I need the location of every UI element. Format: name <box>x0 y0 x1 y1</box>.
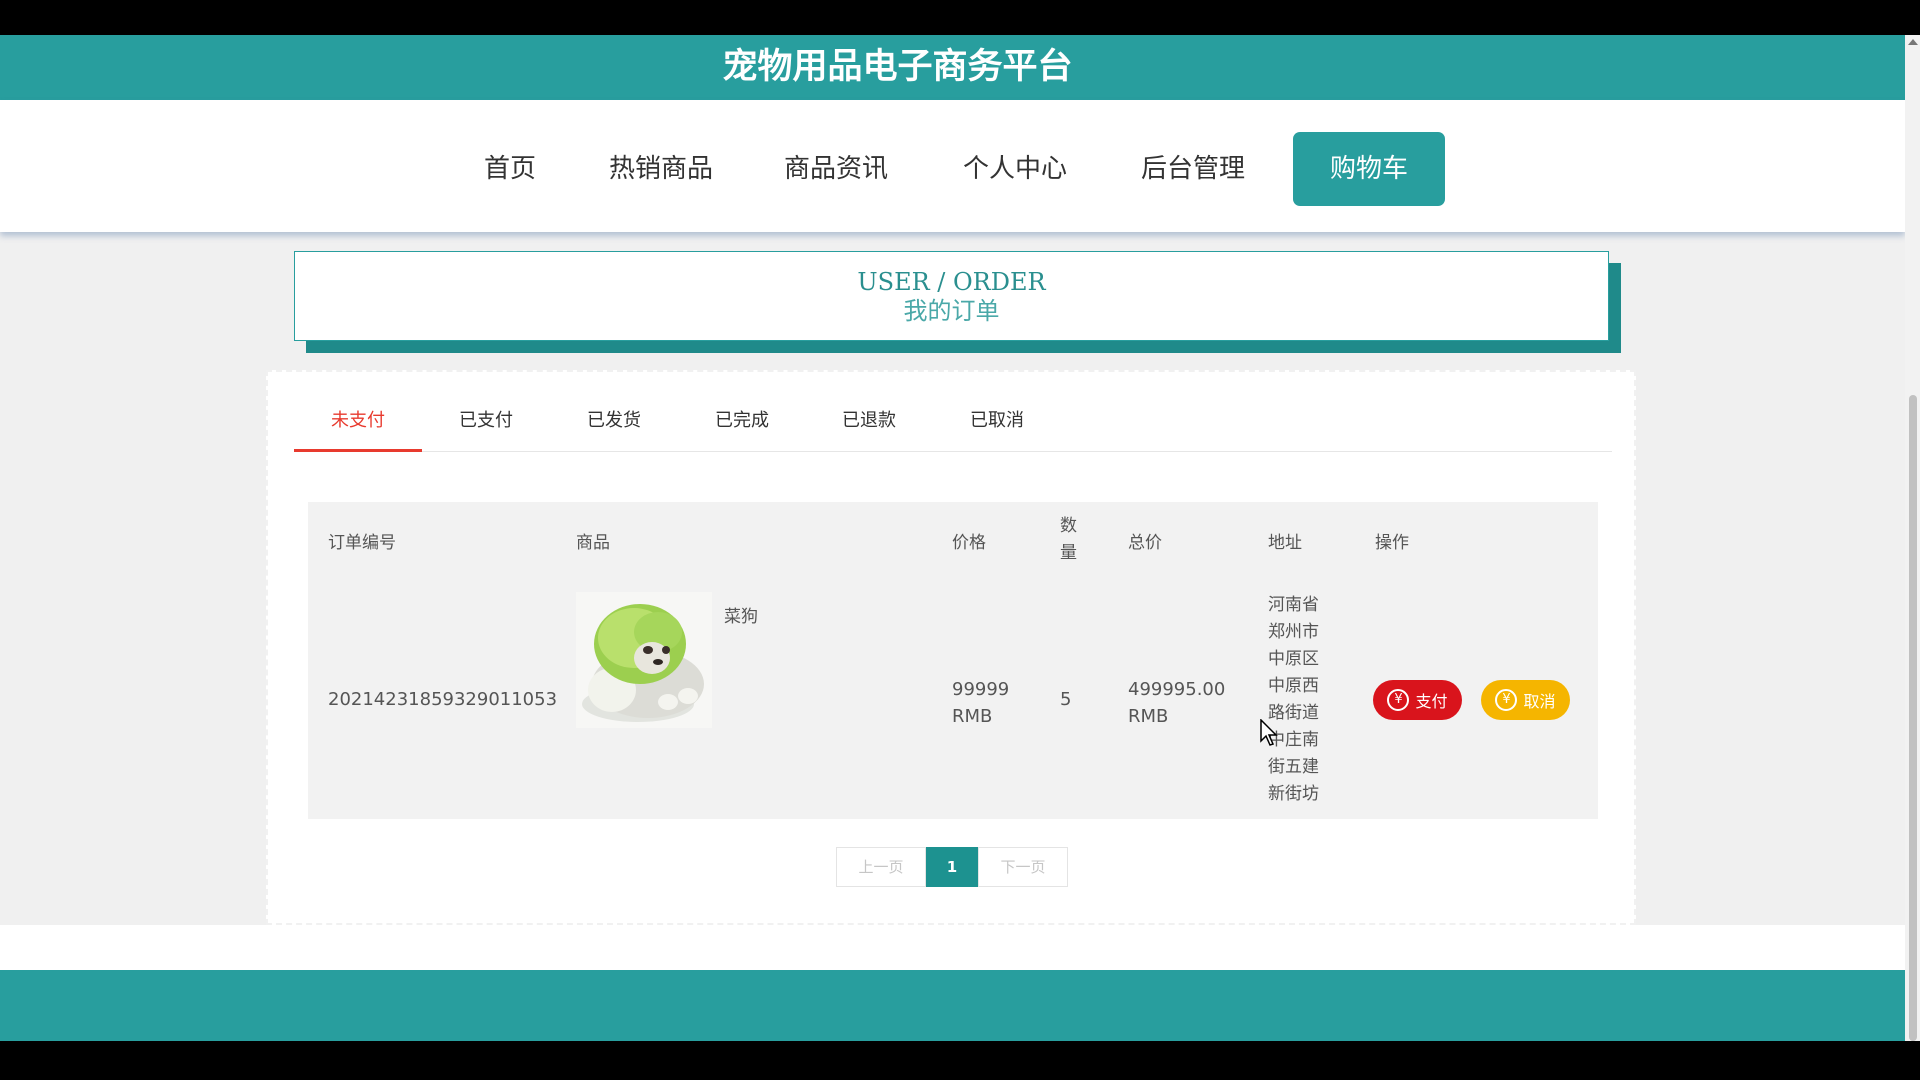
header-total: 总价 <box>1128 532 1162 553</box>
site-footer: 专业毕设代做 <box>0 970 1905 1041</box>
unit-price: 99999 RMB <box>952 676 1009 730</box>
page-banner: USER / ORDER 我的订单 <box>294 251 1609 341</box>
order-number: 20214231859329011053 <box>328 689 558 710</box>
nav-admin[interactable]: 后台管理 <box>1130 132 1256 206</box>
address-line: 新街坊 <box>1268 784 1319 804</box>
nav-personal-center[interactable]: 个人中心 <box>952 132 1078 206</box>
header-order-no: 订单编号 <box>328 532 396 553</box>
footer-text: 专业毕设代做 <box>0 1025 1905 1041</box>
header-price: 价格 <box>952 532 986 553</box>
address-line: 中原区 <box>1268 649 1319 669</box>
header-action: 操作 <box>1375 532 1409 553</box>
mouse-cursor-icon <box>1260 719 1278 746</box>
yen-icon: ¥ <box>1495 689 1518 711</box>
cabbage-dog-illustration <box>576 592 712 728</box>
tab-cancelled[interactable]: 已取消 <box>933 394 1061 452</box>
prev-page-button[interactable]: 上一页 <box>836 847 926 887</box>
tab-completed[interactable]: 已完成 <box>678 394 806 452</box>
tab-refunded[interactable]: 已退款 <box>805 394 933 452</box>
current-page-button[interactable]: 1 <box>926 847 978 887</box>
pay-button[interactable]: ¥ 支付 <box>1373 680 1462 720</box>
header-quantity-line1: 数 <box>1060 516 1077 536</box>
order-status-tabs: 未支付 已支付 已发货 已完成 已退款 已取消 <box>294 394 1612 452</box>
nav-cart-button[interactable]: 购物车 <box>1293 132 1445 206</box>
banner-title-cn: 我的订单 <box>903 297 1000 325</box>
product-image[interactable] <box>576 592 712 728</box>
main-nav: 首页 热销商品 商品资讯 个人中心 后台管理 购物车 <box>0 100 1905 232</box>
yen-icon: ¥ <box>1387 689 1410 711</box>
nav-product-news[interactable]: 商品资讯 <box>773 132 899 206</box>
nav-hot-products[interactable]: 热销商品 <box>598 132 724 206</box>
window-top-bar <box>0 0 1920 35</box>
next-page-button[interactable]: 下一页 <box>978 847 1068 887</box>
address-line: 中原西 <box>1268 676 1319 696</box>
window-bottom-bar <box>0 1041 1920 1080</box>
nav-home[interactable]: 首页 <box>470 132 550 206</box>
vertical-scrollbar[interactable] <box>1905 35 1920 1041</box>
footer-spacer <box>0 925 1905 970</box>
order-table: 订单编号 商品 价格 数 量 总价 地址 操作 2021423185932901… <box>308 502 1598 819</box>
scroll-up-arrow-icon[interactable] <box>1908 39 1918 45</box>
cancel-order-button[interactable]: ¥ 取消 <box>1481 680 1570 720</box>
header-quantity: 数 量 <box>1060 502 1077 578</box>
header-address: 地址 <box>1268 532 1302 553</box>
order-panel: 未支付 已支付 已发货 已完成 已退款 已取消 订单编号 商品 价格 数 量 总… <box>266 370 1636 925</box>
site-header: 宠物用品电子商务平台 <box>0 35 1905 100</box>
address-line: 郑州市 <box>1268 622 1319 642</box>
tab-shipped[interactable]: 已发货 <box>550 394 678 452</box>
tab-unpaid[interactable]: 未支付 <box>294 394 422 452</box>
quantity: 5 <box>1060 689 1072 710</box>
tab-paid[interactable]: 已支付 <box>422 394 550 452</box>
address: 河南省 郑州市 中原区 中原西 路街道 中庄南 街五建 新街坊 <box>1268 592 1338 808</box>
product-name[interactable]: 菜狗 <box>724 602 758 627</box>
unit-price-value: 99999 <box>952 679 1010 700</box>
header-quantity-line2: 量 <box>1060 543 1077 563</box>
address-line: 街五建 <box>1268 757 1319 777</box>
banner-title-en: USER / ORDER <box>857 268 1046 296</box>
site-title: 宠物用品电子商务平台 <box>722 47 1073 87</box>
cancel-button-label: 取消 <box>1523 692 1556 711</box>
pagination: 上一页 1 下一页 <box>836 847 1068 887</box>
browser-viewport: 宠物用品电子商务平台 首页 热销商品 商品资讯 个人中心 后台管理 购物车 US… <box>0 35 1905 1041</box>
pay-button-label: 支付 <box>1415 692 1448 711</box>
total-price: 499995.00 RMB <box>1128 676 1225 730</box>
unit-price-currency: RMB <box>952 706 993 727</box>
total-price-value: 499995.00 <box>1128 679 1226 700</box>
total-price-currency: RMB <box>1128 706 1169 727</box>
header-product: 商品 <box>576 532 610 553</box>
scrollbar-thumb[interactable] <box>1909 395 1917 1041</box>
address-line: 河南省 <box>1268 595 1319 615</box>
